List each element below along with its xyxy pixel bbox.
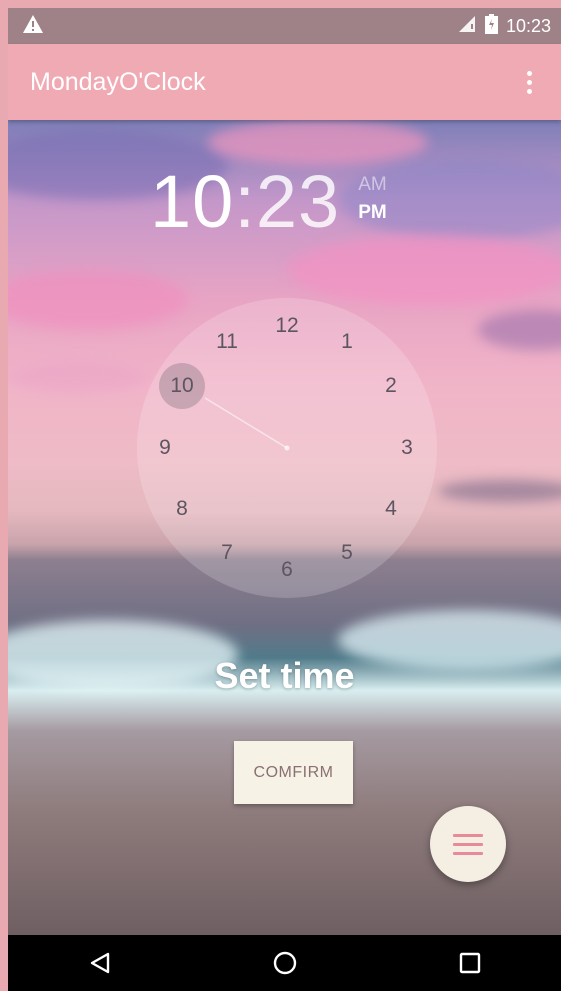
- time-display: 10 : 23 AM PM: [150, 162, 387, 242]
- app-title: MondayO'Clock: [30, 67, 206, 96]
- clock-number-10[interactable]: 10: [160, 371, 204, 401]
- confirm-button[interactable]: COMFIRM: [234, 741, 353, 804]
- menu-icon-bar: [453, 851, 483, 855]
- status-bar: 10:23: [8, 8, 561, 44]
- status-indicators: 10:23: [457, 13, 551, 39]
- back-icon[interactable]: [88, 951, 112, 975]
- pm-toggle[interactable]: PM: [358, 202, 387, 224]
- cloud-shape: [288, 235, 561, 305]
- navigation-bar: [8, 935, 561, 991]
- clock-number-1[interactable]: 1: [325, 327, 369, 357]
- app-bar: MondayO'Clock: [8, 44, 561, 120]
- cloud-shape: [478, 310, 561, 350]
- menu-icon-bar: [453, 842, 483, 846]
- clock-face[interactable]: 12 1 2 3 4 5 6 7 8 9 10 11: [137, 298, 437, 598]
- status-time: 10:23: [505, 15, 551, 36]
- minute-display[interactable]: 23: [256, 162, 340, 242]
- warning-icon: [22, 14, 44, 39]
- cloud-shape: [8, 360, 148, 394]
- home-icon[interactable]: [272, 950, 298, 976]
- battery-icon: [484, 13, 498, 39]
- clock-number-4[interactable]: 4: [369, 494, 413, 524]
- clock-number-6[interactable]: 6: [265, 555, 309, 585]
- clock-number-3[interactable]: 3: [385, 433, 429, 463]
- cloud-shape: [208, 120, 428, 165]
- time-separator: :: [234, 160, 256, 243]
- menu-fab-button[interactable]: [430, 806, 506, 882]
- clock-number-9[interactable]: 9: [143, 433, 187, 463]
- menu-icon-bar: [453, 833, 483, 837]
- background-scene: 10 : 23 AM PM 12 1 2 3 4 5 6 7 8 9 10 11…: [8, 120, 561, 935]
- clock-number-5[interactable]: 5: [325, 538, 369, 568]
- clock-number-7[interactable]: 7: [205, 538, 249, 568]
- hour-display[interactable]: 10: [150, 162, 234, 242]
- am-pm-selector: AM PM: [358, 174, 387, 224]
- clock-number-2[interactable]: 2: [369, 371, 413, 401]
- signal-icon: [457, 14, 477, 39]
- cloud-shape: [438, 480, 561, 502]
- set-time-label: Set time: [214, 655, 355, 696]
- clock-number-12[interactable]: 12: [265, 311, 309, 341]
- am-toggle[interactable]: AM: [358, 174, 387, 196]
- clock-number-8[interactable]: 8: [160, 494, 204, 524]
- clock-number-11[interactable]: 11: [205, 327, 249, 357]
- device-screen: 10:23 MondayO'Clock 10 : 23 AM PM 12 1 2…: [8, 8, 561, 991]
- recents-icon[interactable]: [459, 952, 481, 974]
- overflow-menu-icon[interactable]: [517, 62, 541, 102]
